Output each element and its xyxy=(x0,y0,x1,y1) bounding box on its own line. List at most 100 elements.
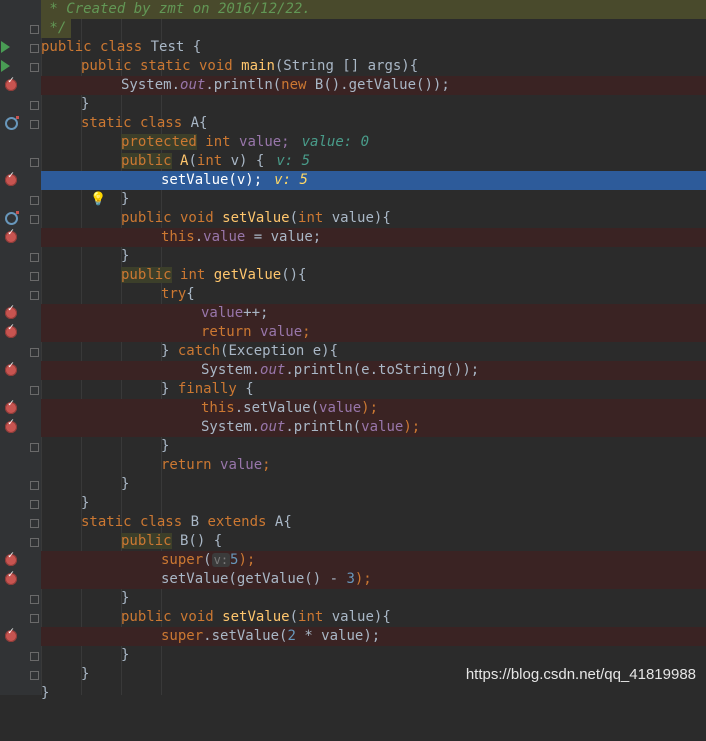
code-text: this.setValue(value); xyxy=(201,400,379,416)
run-icon[interactable] xyxy=(1,60,10,72)
code-line[interactable]: public void setValue(int value){ xyxy=(41,608,706,627)
breakpoint-icon[interactable] xyxy=(5,399,17,414)
fold-marker-icon[interactable] xyxy=(30,25,39,34)
breakpoint-line[interactable]: super(v: 5); xyxy=(41,551,706,570)
fold-marker-icon[interactable] xyxy=(30,196,39,205)
code-text: public B() { xyxy=(121,533,223,549)
breakpoint-icon[interactable] xyxy=(5,570,17,585)
code-text: } xyxy=(121,647,130,663)
code-text: } xyxy=(121,191,130,207)
code-text: value++; xyxy=(201,305,269,321)
code-line[interactable]: } xyxy=(41,475,706,494)
code-text: } xyxy=(121,590,130,606)
code-line[interactable]: } xyxy=(41,437,706,456)
breakpoint-icon[interactable] xyxy=(5,304,17,319)
override-icon[interactable] xyxy=(5,211,19,225)
current-execution-line[interactable]: 💡 setValue(v); v: 5 xyxy=(41,171,706,207)
code-line[interactable]: */ xyxy=(41,19,71,38)
code-line[interactable]: } xyxy=(41,646,706,665)
breakpoint-line[interactable]: setValue(getValue() - 3); xyxy=(41,570,706,589)
code-line[interactable]: } catch(Exception e){ xyxy=(41,342,706,361)
breakpoint-icon[interactable] xyxy=(5,323,17,338)
code-text: public void setValue(int value){ xyxy=(121,210,391,226)
code-text: } xyxy=(41,685,50,701)
breakpoint-icon[interactable] xyxy=(5,171,17,186)
fold-marker-icon[interactable] xyxy=(30,614,39,623)
breakpoint-icon[interactable] xyxy=(5,228,17,243)
fold-marker-icon[interactable] xyxy=(30,481,39,490)
fold-marker-icon[interactable] xyxy=(30,101,39,110)
fold-marker-icon[interactable] xyxy=(30,272,39,281)
fold-marker-icon[interactable] xyxy=(30,215,39,224)
code-text: } xyxy=(121,248,130,264)
breakpoint-line[interactable]: System.out.println(new B().getValue()); xyxy=(41,76,706,95)
code-line[interactable]: public A(int v) {v: 5 xyxy=(41,152,706,171)
breakpoint-icon[interactable] xyxy=(5,418,17,433)
debug-value: v: 5 xyxy=(274,172,308,188)
code-line[interactable]: } xyxy=(41,190,706,209)
fold-marker-icon[interactable] xyxy=(30,348,39,357)
fold-marker-icon[interactable] xyxy=(30,253,39,262)
fold-marker-icon[interactable] xyxy=(30,519,39,528)
fold-marker-icon[interactable] xyxy=(30,291,39,300)
breakpoint-line[interactable]: value++; xyxy=(41,304,706,323)
fold-marker-icon[interactable] xyxy=(30,44,39,53)
code-line[interactable]: public class Test { xyxy=(41,38,706,57)
fold-marker-icon[interactable] xyxy=(30,386,39,395)
code-line[interactable]: } xyxy=(41,684,706,703)
parameter-hint: v: xyxy=(211,553,231,567)
code-text: } xyxy=(81,96,90,112)
editor-gutter[interactable] xyxy=(0,0,41,695)
code-text: return value; xyxy=(201,324,311,340)
override-icon[interactable] xyxy=(5,116,19,130)
code-line[interactable]: public int getValue(){ xyxy=(41,266,706,285)
code-editor[interactable]: * Created by zmt on 2016/12/22. */ publi… xyxy=(41,0,706,701)
code-line[interactable]: } xyxy=(41,494,706,513)
code-line[interactable]: } xyxy=(41,247,706,266)
fold-marker-icon[interactable] xyxy=(30,120,39,129)
code-text: System.out.println(value); xyxy=(201,419,421,435)
fold-marker-icon[interactable] xyxy=(30,63,39,72)
code-text: protected int value; value: 0 xyxy=(121,134,370,150)
code-text: public A(int v) {v: 5 xyxy=(121,153,311,169)
run-icon[interactable] xyxy=(1,41,10,53)
breakpoint-line[interactable]: this.setValue(value); xyxy=(41,399,706,418)
code-line[interactable]: * Created by zmt on 2016/12/22. xyxy=(41,0,706,19)
fold-marker-icon[interactable] xyxy=(30,443,39,452)
fold-marker-icon[interactable] xyxy=(30,671,39,680)
code-line[interactable]: try{ xyxy=(41,285,706,304)
code-line[interactable]: } finally { xyxy=(41,380,706,399)
fold-marker-icon[interactable] xyxy=(30,652,39,661)
breakpoint-line[interactable]: System.out.println(e.toString()); xyxy=(41,361,706,380)
breakpoint-icon[interactable] xyxy=(5,551,17,566)
code-line[interactable]: public static void main(String [] args){ xyxy=(41,57,706,76)
breakpoint-icon[interactable] xyxy=(5,627,17,642)
code-line[interactable]: protected int value; value: 0 xyxy=(41,133,706,152)
breakpoint-line[interactable]: super.setValue(2 * value); xyxy=(41,627,706,646)
breakpoint-line[interactable]: this.value = value; xyxy=(41,228,706,247)
code-text: public static void main(String [] args){ xyxy=(81,58,419,74)
breakpoint-line[interactable]: System.out.println(value); xyxy=(41,418,706,437)
fold-marker-icon[interactable] xyxy=(30,500,39,509)
code-line[interactable]: } xyxy=(41,589,706,608)
breakpoint-line[interactable]: return value; xyxy=(41,323,706,342)
fold-marker-icon[interactable] xyxy=(30,595,39,604)
breakpoint-icon[interactable] xyxy=(5,76,17,91)
code-line[interactable]: } xyxy=(41,95,706,114)
code-line[interactable]: public B() { xyxy=(41,532,706,551)
breakpoint-icon[interactable] xyxy=(5,361,17,376)
code-text: super.setValue(2 * value); xyxy=(161,628,381,644)
code-text: } xyxy=(121,476,130,492)
code-text: setValue(getValue() - 3); xyxy=(161,571,372,587)
fold-marker-icon[interactable] xyxy=(30,158,39,167)
code-text: static class A{ xyxy=(81,115,208,131)
code-line[interactable]: static class A{ xyxy=(41,114,706,133)
code-text: } catch(Exception e){ xyxy=(161,343,339,359)
code-line[interactable]: public void setValue(int value){ xyxy=(41,209,706,228)
code-text: } xyxy=(81,666,90,682)
fold-marker-icon[interactable] xyxy=(30,538,39,547)
code-line[interactable]: return value; xyxy=(41,456,706,475)
code-line[interactable]: static class B extends A{ xyxy=(41,513,706,532)
code-text: this.value = value; xyxy=(161,229,322,245)
code-text: super(v: 5); xyxy=(161,552,256,568)
